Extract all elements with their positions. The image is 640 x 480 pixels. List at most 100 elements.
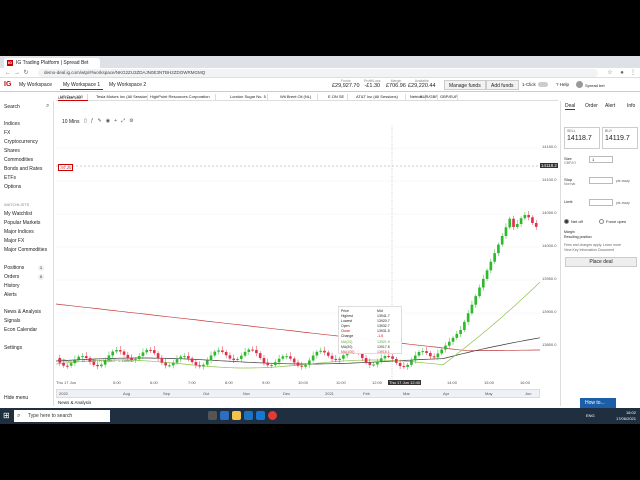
sidebar-item-news[interactable]: News & Analysis xyxy=(4,309,41,315)
candle-body xyxy=(308,360,311,365)
chrome-icon[interactable] xyxy=(268,411,277,420)
crosshair-icon[interactable]: + xyxy=(114,118,117,124)
view-icon[interactable]: ◉ xyxy=(106,118,110,124)
deal-ticket: Deal Order Alert Info SELL 14118.7 BUY 1… xyxy=(560,101,640,406)
x-tick: 16:00 xyxy=(520,380,531,385)
indicator-icon[interactable]: ƒ xyxy=(91,118,94,124)
mail-icon[interactable] xyxy=(256,411,265,420)
stat-profit-loss: Profit/Loss -£1.30 xyxy=(364,79,381,89)
candle-body xyxy=(466,313,470,322)
place-deal-button[interactable]: Place deal xyxy=(565,257,637,267)
forward-icon[interactable]: → xyxy=(13,69,21,77)
windows-start-icon[interactable]: ⊞ xyxy=(3,411,10,420)
task-view-icon[interactable] xyxy=(208,411,217,420)
sidebar-item-settings[interactable]: Settings xyxy=(4,345,22,351)
store-icon[interactable] xyxy=(244,411,253,420)
sidebar-item-my-watchlist[interactable]: My Watchlist xyxy=(4,211,32,217)
interval-select[interactable]: 10 Mins xyxy=(62,119,80,125)
candle-body xyxy=(217,350,220,352)
strip-item-1[interactable]: Tesla Motors Inc (All Sessions) xyxy=(94,94,148,100)
chart-tab[interactable]: US Tech 100 xyxy=(58,95,88,101)
candle-body xyxy=(394,358,398,363)
workspace-tab-0[interactable]: My Workspace xyxy=(16,80,55,90)
account-type[interactable]: Spread bet xyxy=(585,83,605,88)
candle-body xyxy=(463,321,466,331)
edge-icon[interactable] xyxy=(220,411,229,420)
tab-alert[interactable]: Alert xyxy=(605,103,615,109)
bottom-news-link[interactable]: News & Analysis xyxy=(58,400,91,405)
strip-item-6[interactable]: AT&T Inc (All Sessions) xyxy=(354,94,406,100)
add-funds-button[interactable]: Add funds xyxy=(486,80,519,90)
language-indicator[interactable]: ENG xyxy=(586,413,595,418)
fees-link[interactable]: Fees and charges apply. Learn more xyxy=(564,243,621,247)
strip-item-4[interactable]: Wti Brent Oil (NL) xyxy=(278,94,318,100)
hide-menu-button[interactable]: Hide menu xyxy=(4,395,28,401)
sidebar-item-econ-calendar[interactable]: Econ Calendar xyxy=(4,327,37,333)
candle-body xyxy=(508,218,512,228)
sidebar-item-major-fx[interactable]: Major FX xyxy=(4,238,24,244)
sell-button[interactable]: SELL 14118.7 xyxy=(564,127,600,149)
tab-info[interactable]: Info xyxy=(627,103,635,109)
candle-body xyxy=(152,350,156,354)
sidebar-item-major-indices[interactable]: Major Indices xyxy=(4,229,34,235)
tab-deal[interactable]: Deal xyxy=(565,103,576,110)
reload-icon[interactable]: ↻ xyxy=(22,69,30,77)
sidebar-item-shares[interactable]: Shares xyxy=(4,148,20,154)
workspace-tab-2[interactable]: My Workspace 2 xyxy=(106,80,149,90)
star-icon[interactable]: ☆ xyxy=(606,69,614,77)
one-click-toggle[interactable] xyxy=(538,82,548,87)
sidebar-item-options[interactable]: Options xyxy=(4,184,21,190)
sidebar-item-crypto[interactable]: Cryptocurrency xyxy=(4,139,38,145)
sidebar-item-major-commodities[interactable]: Major Commodities xyxy=(4,247,47,253)
taskbar-search[interactable]: ⌕ Type here to search xyxy=(14,410,110,422)
timeline-navigator[interactable]: 2020 Aug Sep Oct Nov Dec 2021 Feb Mar Ap… xyxy=(56,389,540,398)
back-icon[interactable]: ← xyxy=(4,69,12,77)
sidebar-item-orders[interactable]: Orders xyxy=(4,274,19,280)
strip-item-8[interactable]: EUR/GBP xyxy=(418,94,438,100)
tab-order[interactable]: Order xyxy=(585,103,598,109)
kid-link[interactable]: View Key Information Document xyxy=(564,248,614,252)
profile-icon[interactable]: ● xyxy=(618,69,626,77)
sidebar-search[interactable]: Search xyxy=(4,104,20,110)
candle-body xyxy=(523,215,527,219)
buy-button[interactable]: BUY 14119.7 xyxy=(602,127,638,149)
sidebar-item-etfs[interactable]: ETFs xyxy=(4,175,16,181)
system-clock[interactable]: 16:02 17/06/2021 xyxy=(600,410,636,422)
price-chart[interactable] xyxy=(56,126,560,396)
sidebar-item-commodities[interactable]: Commodities xyxy=(4,157,33,163)
sidebar-item-positions[interactable]: Positions xyxy=(4,265,24,271)
sidebar-item-alerts[interactable]: Alerts xyxy=(4,292,17,298)
search-icon[interactable]: ⌕ xyxy=(46,103,49,110)
folder-icon[interactable] xyxy=(232,411,241,420)
settings-icon[interactable]: ⚙ xyxy=(129,118,133,124)
browser-tab[interactable]: IG IG Trading Platform | Spread Bet xyxy=(4,58,100,68)
avatar[interactable] xyxy=(576,81,583,88)
sidebar-item-popular[interactable]: Popular Markets xyxy=(4,220,40,226)
draw-icon[interactable]: ✎ xyxy=(98,118,102,124)
url-field[interactable]: demo-deal.ig.com/wtp/#/workspace/NKG2ZU3… xyxy=(38,69,598,77)
strip-item-5[interactable]: E.ON SE xyxy=(326,94,348,100)
sidebar-item-signals[interactable]: Signals xyxy=(4,318,20,324)
strip-item-9[interactable]: GBP/EUR xyxy=(438,94,458,100)
net-off-radio[interactable] xyxy=(564,219,569,224)
force-open-radio[interactable] xyxy=(599,219,604,224)
stop-type-select[interactable]: Normal xyxy=(564,182,575,186)
strip-item-3[interactable]: London Sugar No. 5 xyxy=(228,94,268,100)
workspace-tab-1[interactable]: My Workspace 1 xyxy=(60,80,104,90)
stop-input[interactable] xyxy=(589,177,613,184)
menu-icon[interactable]: ⋮ xyxy=(629,69,637,77)
sidebar-item-indices[interactable]: Indices xyxy=(4,121,20,127)
sidebar-item-history[interactable]: History xyxy=(4,283,20,289)
fullscreen-icon[interactable]: ⤢ xyxy=(121,118,125,124)
candle-body xyxy=(410,360,413,365)
candle-body xyxy=(141,352,145,357)
x-tick: 12:00 xyxy=(372,380,383,385)
sidebar-item-fx[interactable]: FX xyxy=(4,130,10,136)
limit-input[interactable] xyxy=(589,199,613,206)
help-link[interactable]: ? Help xyxy=(556,82,569,87)
sidebar-item-bonds[interactable]: Bonds and Rates xyxy=(4,166,42,172)
size-input[interactable]: 1 xyxy=(589,156,613,163)
candle-icon[interactable]: ▯ xyxy=(84,118,87,124)
strip-item-2[interactable]: HighPoint Resources Corporation xyxy=(148,94,216,100)
manage-funds-button[interactable]: Manage funds xyxy=(444,80,486,90)
